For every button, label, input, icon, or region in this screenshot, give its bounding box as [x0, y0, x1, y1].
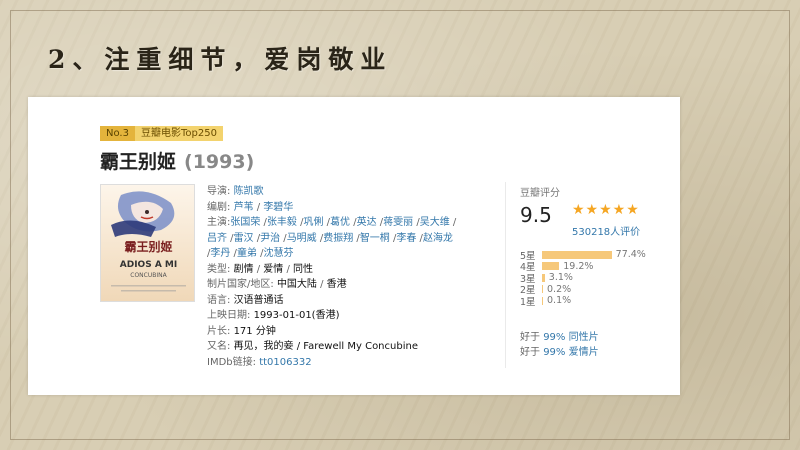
cast-link[interactable]: 李丹	[210, 248, 230, 259]
poster-artwork: 霸王别姬 ADIOS A MI CONCUBINA	[111, 191, 186, 292]
director-link[interactable]: 陈凯歌	[234, 186, 264, 197]
dist-bar	[542, 285, 543, 294]
better-prefix: 好于	[520, 347, 540, 358]
genre-value: 剧情	[233, 263, 254, 275]
top250-badge[interactable]: No.3 豆瓣电影Top250	[100, 126, 223, 141]
genre-label: 类型:	[207, 263, 231, 275]
slide-title: 2、注重细节，爱岗敬业	[48, 45, 393, 74]
star-rating-icon: ★★★★★	[572, 202, 640, 218]
country-value: 香港	[326, 279, 347, 290]
language-value: 汉语普通话	[233, 294, 284, 306]
runtime-value: 171 分钟	[233, 325, 276, 337]
better-than-row: 好于 99% 同性片	[520, 330, 599, 345]
writer-link[interactable]: 李碧华	[263, 202, 293, 213]
country-value: 中国大陆	[276, 279, 317, 290]
release-value: 1993-01-01(香港)	[253, 310, 340, 321]
rating-distribution: 5星 77.4% 4星 19.2% 3星 3.1% 2星 0.2% 1星 0.1…	[520, 249, 646, 308]
cast-label: 主演:	[207, 217, 231, 228]
runtime-row: 片长: 171 分钟	[207, 324, 457, 340]
section-divider	[505, 182, 506, 368]
movie-poster[interactable]: 霸王别姬 ADIOS A MI CONCUBINA	[100, 184, 195, 302]
country-row: 制片国家/地区: 中国大陆 / 香港	[207, 279, 347, 290]
cast-link[interactable]: 张国荣	[230, 217, 260, 228]
movie-year: (1993)	[184, 151, 255, 173]
rating-label: 豆瓣评分	[520, 188, 560, 199]
cast-link[interactable]: 赵海龙	[423, 233, 453, 244]
cast-link[interactable]: 尹治	[260, 233, 280, 244]
country-label: 制片国家/地区:	[207, 279, 274, 290]
cast-link[interactable]: 沈慧芬	[264, 248, 294, 259]
dist-bar	[542, 273, 545, 282]
cast-link[interactable]: 智一桐	[360, 233, 390, 244]
cast-link[interactable]: 雷汉	[234, 233, 254, 244]
dist-bar	[542, 262, 560, 271]
aka-label: 又名:	[207, 341, 231, 352]
better-than: 好于 99% 同性片 好于 99% 爱情片	[520, 330, 599, 360]
movie-info: 导演: 陈凯歌 编剧: 芦苇 / 李碧华 主演:张国荣 /张丰毅 /巩俐 /葛优…	[207, 184, 457, 370]
cast-link[interactable]: 费振翔	[323, 233, 353, 244]
better-prefix: 好于	[520, 332, 540, 343]
better-genre-link[interactable]: 同性片	[569, 332, 599, 343]
genre-row: 类型: 剧情 / 爱情 / 同性	[207, 263, 314, 275]
runtime-label: 片长:	[207, 325, 231, 337]
director-label: 导演:	[207, 186, 231, 197]
poster-en-title-2: CONCUBINA	[130, 272, 167, 279]
cast-link[interactable]: 蒋雯丽	[383, 217, 413, 228]
dist-bar	[542, 250, 612, 259]
dist-pct: 19.2%	[563, 260, 594, 272]
genre-value: 同性	[293, 263, 314, 275]
imdb-row: IMDb链接: tt0106332	[207, 355, 457, 371]
rating-score: 9.5	[520, 203, 552, 227]
dist-star-label: 1星	[520, 296, 536, 308]
movie-title: 霸王别姬	[100, 151, 177, 173]
better-pct[interactable]: 99%	[543, 332, 565, 343]
aka-row: 又名: 再见，我的妾 / Farewell My Concubine	[207, 339, 457, 355]
imdb-link[interactable]: tt0106332	[259, 357, 311, 368]
aka-value: 再见，我的妾 / Farewell My Concubine	[233, 341, 418, 352]
cast-link[interactable]: 吕齐	[207, 233, 227, 244]
cast-link[interactable]: 葛优	[330, 217, 350, 228]
cast-link[interactable]: 巩俐	[304, 217, 324, 228]
dist-pct: 0.2%	[547, 283, 572, 295]
cast-link[interactable]: 童弟	[237, 248, 257, 259]
writer-row: 编剧: 芦苇 / 李碧华	[207, 201, 294, 213]
cast-link[interactable]: 李春	[396, 233, 416, 244]
writer-link[interactable]: 芦苇	[234, 202, 254, 213]
dist-pct: 0.1%	[547, 295, 572, 307]
language-label: 语言:	[207, 294, 231, 306]
dist-bar	[542, 296, 543, 305]
genre-value: 爱情	[263, 263, 284, 275]
rank-list-name: 豆瓣电影Top250	[134, 126, 223, 141]
imdb-label: IMDb链接:	[207, 356, 256, 368]
better-pct[interactable]: 99%	[543, 347, 565, 358]
movie-heading: 霸王别姬 (1993)	[100, 147, 254, 174]
rank-number: No.3	[100, 126, 135, 141]
dist-row: 1星 0.1%	[520, 295, 646, 308]
better-than-row: 好于 99% 爱情片	[520, 345, 599, 360]
director-row: 导演: 陈凯歌	[207, 184, 457, 200]
dist-pct: 3.1%	[548, 272, 573, 284]
poster-cn-title: 霸王别姬	[124, 239, 172, 254]
writer-label: 编剧:	[207, 201, 231, 213]
cast-row: 主演:张国荣 /张丰毅 /巩俐 /葛优 /英达 /蒋雯丽 /吴大维 /吕齐 /雷…	[207, 217, 457, 259]
cast-link[interactable]: 马明威	[287, 233, 317, 244]
better-genre-link[interactable]: 爱情片	[569, 347, 599, 358]
rating-count-link[interactable]: 530218人评价	[572, 223, 640, 238]
release-label: 上映日期:	[207, 310, 251, 321]
language-row: 语言: 汉语普通话	[207, 293, 457, 309]
cast-link[interactable]: 英达	[357, 217, 377, 228]
cast-link[interactable]: 张丰毅	[267, 217, 297, 228]
release-row: 上映日期: 1993-01-01(香港)	[207, 308, 457, 324]
poster-en-title: ADIOS A MI	[120, 260, 177, 270]
cast-link[interactable]: 吴大维	[420, 217, 450, 228]
dist-pct: 77.4%	[615, 249, 646, 261]
